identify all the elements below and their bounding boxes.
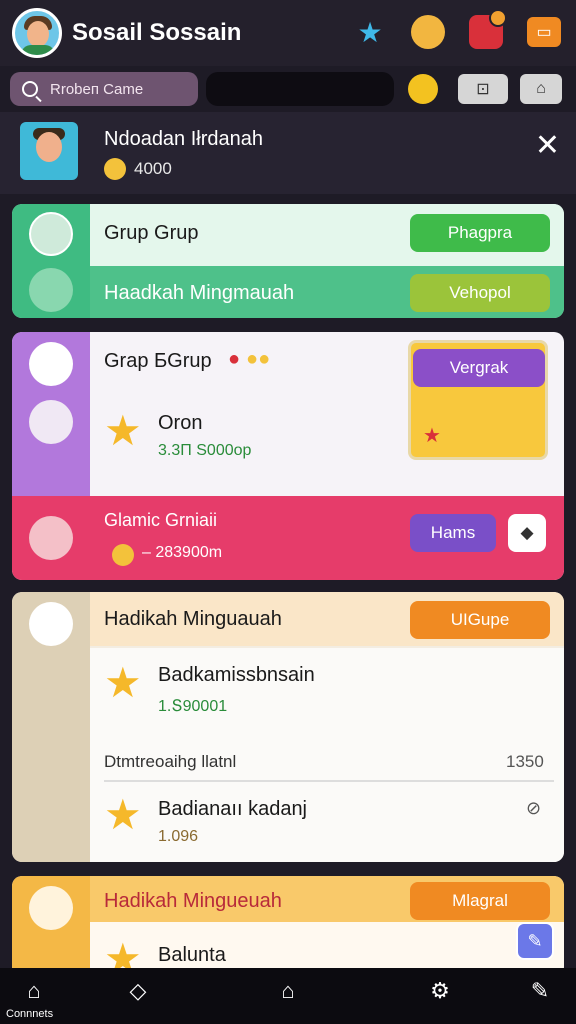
avatar — [29, 268, 73, 312]
duck-icon[interactable] — [408, 74, 438, 104]
cookie-icon[interactable]: ◆ — [508, 514, 546, 552]
item-name: Oron — [158, 412, 203, 434]
group-card-purple: Grap ƂGrup ● ●● ★ Oron 3.3Π S000op Vergr… — [12, 332, 564, 580]
item-name: Badianaıı kadanj — [158, 798, 308, 820]
card-title: Hadikah Mingueuah — [104, 890, 282, 912]
nav-palette-icon[interactable]: ✎ — [520, 978, 560, 1018]
group-card-orange: Hadikah Mingueuah Mlagral ★ Balunta — [12, 876, 564, 976]
emoji-icon: ● — [228, 348, 241, 370]
cookie-icon[interactable] — [408, 12, 448, 52]
header-button[interactable]: UIGupe — [410, 601, 550, 639]
search-field-dark[interactable] — [206, 72, 394, 106]
row-value: 1350 — [506, 752, 544, 771]
floating-action-button[interactable]: ✎ — [516, 922, 554, 960]
card-lower-section: Glamic Grniaii – 283900m Hams ◆ — [12, 496, 564, 580]
item-value: 1.096 — [158, 828, 199, 845]
row-label: Dtmtreoaihg llatnl — [104, 752, 237, 771]
lower-value: – 283900m — [142, 544, 223, 561]
home-icon[interactable]: ⌂ — [520, 74, 562, 104]
notification-avatar — [20, 122, 78, 180]
card-title: Grap ƂGrup — [104, 350, 212, 372]
nav-house-icon[interactable]: ⌂ — [268, 978, 308, 1018]
group-card-beige: Hadikah Minguauah UIGupe ★ Badkamissbnsa… — [12, 592, 564, 862]
avatar — [29, 400, 73, 444]
primary-button[interactable]: Phagpra — [410, 214, 550, 252]
close-icon[interactable]: ✕ — [535, 128, 560, 163]
avatar — [29, 212, 73, 256]
avatar — [29, 886, 73, 930]
star-icon[interactable]: ★ — [350, 12, 390, 52]
star-icon: ★ — [104, 659, 142, 706]
notification-name: Ndoadan Iłrdanah — [104, 128, 264, 150]
search-row: Rrobeп Came ⊡ ⌂ — [0, 66, 576, 112]
reward-box[interactable]: Vergrak ★ — [408, 340, 548, 460]
star-icon: ★ — [104, 791, 142, 838]
reward-button[interactable]: Vergrak — [413, 349, 545, 387]
star-icon: ★ — [423, 425, 441, 447]
nav-settings-icon[interactable]: ⚙ — [420, 978, 460, 1018]
gift-bag-icon[interactable] — [466, 9, 507, 52]
item-name: Balunta — [158, 944, 226, 966]
notification-amount: 4000 — [104, 158, 172, 180]
lower-title: Glamic Grniaii — [104, 510, 218, 530]
bottom-nav: ⌂ Connnets ◇ ⌂ ⚙ ✎ — [0, 968, 576, 1024]
profile-avatar[interactable] — [12, 8, 62, 58]
top-bar: Sosail Sossain ★ ▭ — [0, 0, 576, 66]
card-title: Grup Grup — [104, 222, 199, 244]
coin-icon — [104, 158, 126, 180]
search-input[interactable]: Rrobeп Came — [10, 72, 198, 106]
group-card-green: Grup Grup Phagpra Haadkah Mingmauah Veho… — [12, 204, 564, 318]
nav-label: Connnets — [6, 1008, 54, 1020]
search-icon — [22, 81, 38, 97]
settings-icon[interactable]: ⊘ — [526, 798, 541, 819]
lower-button[interactable]: Hams — [410, 514, 496, 552]
card-title: Hadikah Minguauah — [104, 608, 282, 630]
avatar — [29, 516, 73, 560]
nav-diamond-icon[interactable]: ◇ — [118, 978, 158, 1018]
item-value: 3.3Π S000op — [158, 442, 252, 459]
avatar — [29, 602, 73, 646]
image-icon[interactable]: ⊡ — [458, 74, 508, 104]
app-title: Sosail Sossain — [72, 19, 242, 46]
search-placeholder: Rrobeп Came — [50, 80, 144, 98]
folder-icon[interactable]: ▭ — [524, 12, 564, 52]
item-name: Badkamissbnsain — [158, 664, 315, 686]
item-value: 1.Տ90001 — [158, 698, 228, 715]
avatar — [29, 342, 73, 386]
secondary-button[interactable]: Vehopol — [410, 274, 550, 312]
emoji-icon: ●● — [246, 348, 271, 370]
coin-icon — [112, 544, 134, 566]
card-subtitle: Haadkah Mingmauah — [104, 282, 295, 304]
header-button[interactable]: Mlagral — [410, 882, 550, 920]
notification-banner: Ndoadan Iłrdanah 4000 ✕ — [0, 112, 576, 194]
star-icon: ★ — [104, 407, 142, 454]
